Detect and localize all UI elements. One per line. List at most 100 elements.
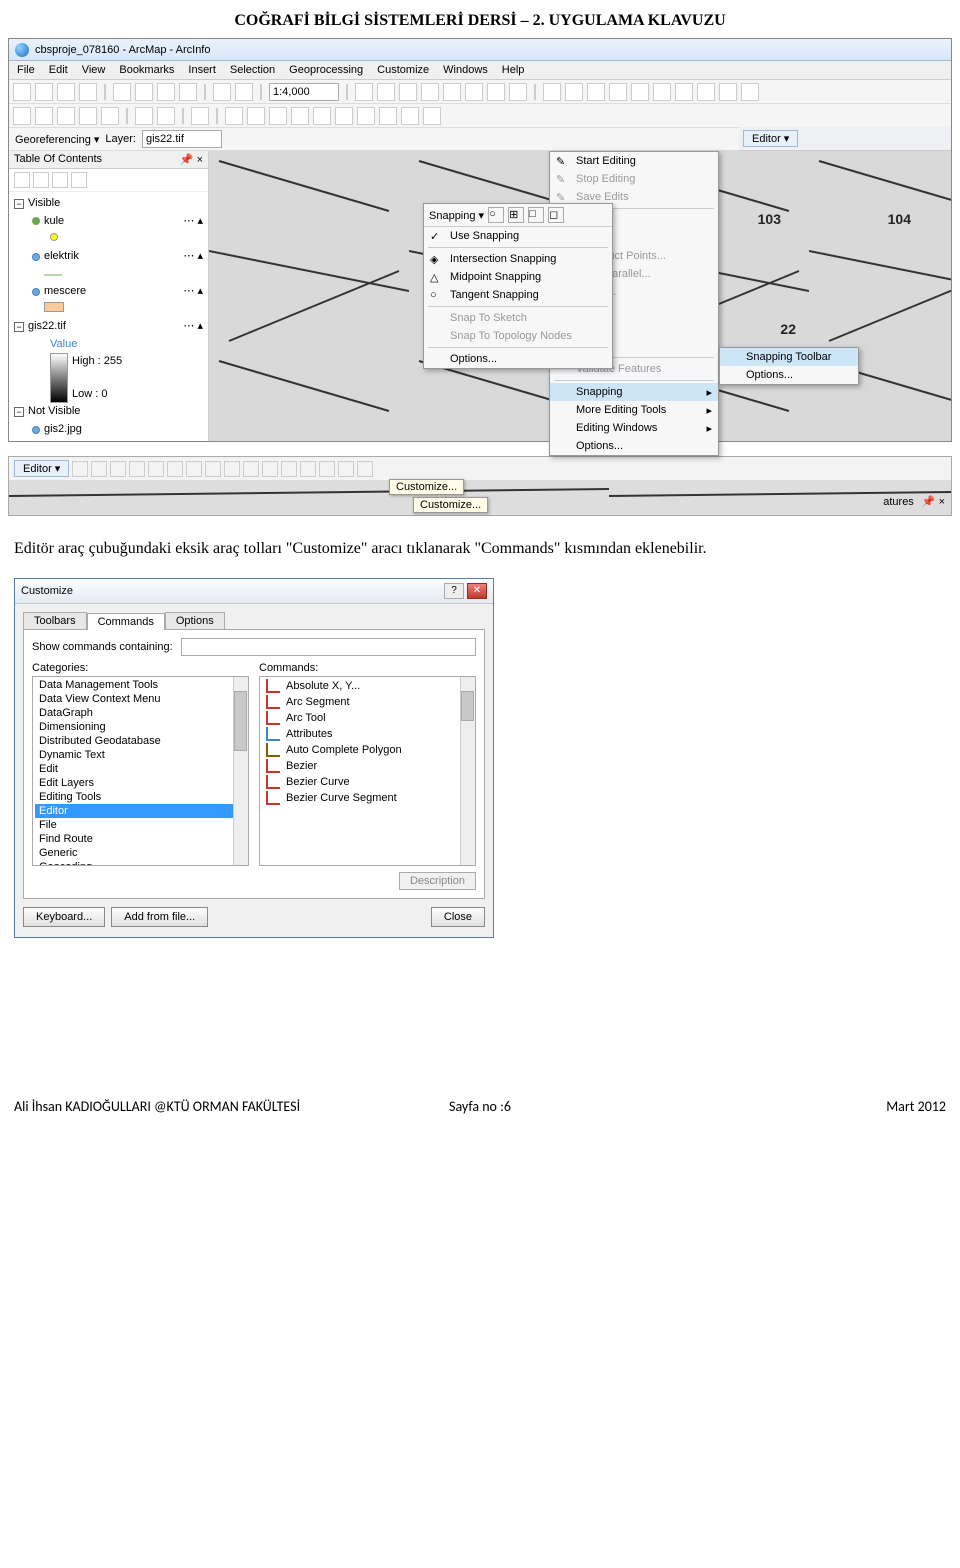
menu-edit[interactable]: Edit [49, 64, 68, 76]
tool-icon[interactable] [609, 83, 627, 101]
tool-icon[interactable] [355, 83, 373, 101]
command-item[interactable]: Attributes [262, 726, 473, 742]
scrollbar[interactable] [460, 677, 475, 865]
tool-icon[interactable] [269, 107, 287, 125]
tool-icon[interactable] [91, 461, 107, 477]
tab-commands[interactable]: Commands [87, 613, 165, 630]
tool-icon[interactable] [653, 83, 671, 101]
snapping-menu-item[interactable]: Options... [424, 350, 612, 368]
snapping-flyout-item[interactable]: Options... [720, 366, 858, 384]
category-item[interactable]: Editor [35, 804, 246, 818]
tool-icon[interactable] [186, 461, 202, 477]
filter-input[interactable] [181, 638, 476, 656]
close-button[interactable]: ✕ [467, 583, 487, 599]
cut-icon[interactable] [113, 83, 131, 101]
tool-icon[interactable] [191, 107, 209, 125]
toc-layer-elektrik[interactable]: elektrik [44, 248, 79, 266]
menu-bookmarks[interactable]: Bookmarks [119, 64, 174, 76]
tool-icon[interactable] [357, 107, 375, 125]
copy-icon[interactable] [135, 83, 153, 101]
snap-point-icon[interactable]: ○ [488, 207, 504, 223]
editor-menu-item[interactable]: Options... [550, 437, 718, 455]
tool-icon[interactable] [421, 83, 439, 101]
tool-icon[interactable] [543, 83, 561, 101]
tool-icon[interactable] [565, 83, 583, 101]
command-item[interactable]: Arc Tool [262, 710, 473, 726]
toc-layer-kule[interactable]: kule [44, 213, 64, 231]
identify-icon[interactable] [247, 107, 265, 125]
tool-icon[interactable] [135, 107, 153, 125]
editor-dropdown-button[interactable]: Editor ▾ [743, 130, 798, 147]
snap-end-icon[interactable]: ⊞ [508, 207, 524, 223]
tool-icon[interactable] [205, 461, 221, 477]
collapse-icon[interactable]: − [14, 407, 24, 417]
toc-selection-icon[interactable] [71, 172, 87, 188]
georeferencing-dropdown[interactable]: Georeferencing ▾ [15, 133, 99, 146]
tool-icon[interactable] [72, 461, 88, 477]
category-item[interactable]: DataGraph [35, 706, 246, 720]
category-item[interactable]: Editing Tools [35, 790, 246, 804]
tool-icon[interactable] [338, 461, 354, 477]
toc-layer-gis22[interactable]: gis22.tif [28, 318, 66, 336]
save-icon[interactable] [57, 83, 75, 101]
tool-icon[interactable] [423, 107, 441, 125]
tool-icon[interactable] [631, 83, 649, 101]
snapping-menu-item[interactable]: ○Tangent Snapping [424, 286, 612, 304]
select-icon[interactable] [225, 107, 243, 125]
tool-icon[interactable] [741, 83, 759, 101]
toc-layer-mescere[interactable]: mescere [44, 283, 86, 301]
add-from-file-button[interactable]: Add from file... [111, 907, 208, 927]
command-item[interactable]: Absolute X, Y... [262, 678, 473, 694]
toc-group-notvisible[interactable]: Not Visible [28, 403, 80, 421]
category-item[interactable]: Generic [35, 846, 246, 860]
tool-icon[interactable] [465, 83, 483, 101]
tab-toolbars[interactable]: Toolbars [23, 612, 87, 629]
customize-tooltip[interactable]: Customize... [389, 479, 464, 495]
menu-view[interactable]: View [82, 64, 106, 76]
snapping-menu-item[interactable]: △Midpoint Snapping [424, 268, 612, 286]
layer-menu-icon[interactable]: ⋯ ▴ [183, 318, 203, 336]
zoomin-icon[interactable] [13, 107, 31, 125]
tool-icon[interactable] [487, 83, 505, 101]
toc-source-icon[interactable] [33, 172, 49, 188]
category-item[interactable]: File [35, 818, 246, 832]
category-item[interactable]: Dynamic Text [35, 748, 246, 762]
menu-selection[interactable]: Selection [230, 64, 275, 76]
menubar[interactable]: File Edit View Bookmarks Insert Selectio… [9, 61, 951, 80]
undo-icon[interactable] [213, 83, 231, 101]
pan-icon[interactable] [57, 107, 75, 125]
pin-close-icon[interactable]: 📌 × [922, 495, 945, 508]
snapping-menu-item[interactable]: ◈Intersection Snapping [424, 250, 612, 268]
tool-icon[interactable] [148, 461, 164, 477]
collapse-icon[interactable]: − [14, 199, 24, 209]
map-canvas[interactable]: 103 104 22 Editor ▾ [209, 151, 951, 441]
tool-icon[interactable] [319, 461, 335, 477]
tool-icon[interactable] [110, 461, 126, 477]
category-item[interactable]: Edit [35, 762, 246, 776]
tool-icon[interactable] [377, 83, 395, 101]
zoomout-icon[interactable] [35, 107, 53, 125]
editor-dropdown-button[interactable]: Editor ▾ [14, 460, 69, 477]
scrollbar[interactable] [233, 677, 248, 865]
tool-icon[interactable] [129, 461, 145, 477]
editor-menu-item[interactable]: ✎Start Editing [550, 152, 718, 170]
collapse-icon[interactable]: − [14, 322, 24, 332]
delete-icon[interactable] [179, 83, 197, 101]
print-icon[interactable] [79, 83, 97, 101]
category-item[interactable]: Geocoding [35, 860, 246, 866]
tool-icon[interactable] [157, 107, 175, 125]
toc-pin-close[interactable]: 📌 × [180, 153, 203, 166]
commands-listbox[interactable]: Absolute X, Y...Arc SegmentArc ToolAttri… [259, 676, 476, 866]
category-item[interactable]: Distributed Geodatabase [35, 734, 246, 748]
toc-group-visible[interactable]: Visible [28, 195, 60, 213]
command-item[interactable]: Bezier [262, 758, 473, 774]
editor-menu-item[interactable]: Snapping▸ [550, 383, 718, 401]
menu-customize[interactable]: Customize [377, 64, 429, 76]
tool-icon[interactable] [224, 461, 240, 477]
tool-icon[interactable] [335, 107, 353, 125]
menu-geoprocessing[interactable]: Geoprocessing [289, 64, 363, 76]
toc-list-icon[interactable] [14, 172, 30, 188]
scale-input[interactable] [269, 83, 339, 101]
scrollbar-thumb[interactable] [461, 691, 474, 721]
menu-insert[interactable]: Insert [188, 64, 216, 76]
